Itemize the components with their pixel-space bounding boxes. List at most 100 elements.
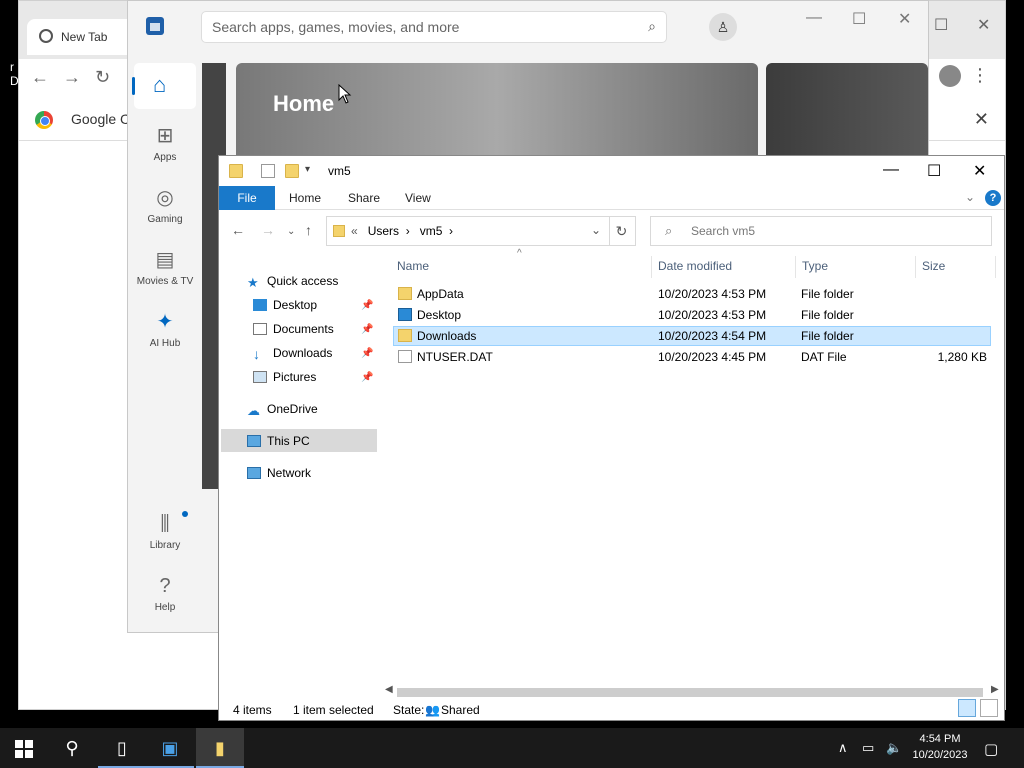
address-bar[interactable]: « Users › vm5 › ⌄ [326, 216, 610, 246]
breadcrumb-item[interactable]: vm5 [420, 224, 443, 238]
sidebar-item-gaming[interactable]: ◎ Gaming [134, 185, 196, 225]
sparkle-icon: ✦ [156, 311, 174, 333]
nav-item-this-pc[interactable]: This PC [247, 434, 310, 456]
scroll-right-icon[interactable]: ▶ [991, 684, 999, 695]
document-icon: ▯ [117, 738, 127, 758]
details-view-icon[interactable] [958, 699, 976, 717]
up-icon[interactable]: ↑ [305, 222, 312, 238]
sidebar-item-apps[interactable]: ⊞ Apps [134, 123, 196, 163]
nav-item-network[interactable]: Network [247, 466, 311, 488]
scroll-thumb[interactable] [397, 688, 983, 697]
search-input[interactable]: ⌕ Search vm5 [650, 216, 992, 246]
reload-icon[interactable]: ↻ [95, 67, 110, 88]
sidebar-item-library[interactable]: ⫼ Library [134, 513, 196, 551]
close-bar-icon[interactable]: ✕ [974, 109, 989, 130]
properties-icon[interactable] [261, 164, 275, 178]
back-icon[interactable]: ← [31, 67, 49, 88]
horizontal-scrollbar[interactable]: ◀ ▶ [381, 684, 1001, 700]
expand-ribbon-icon[interactable]: ⌄ [965, 190, 975, 204]
profile-icon[interactable] [939, 65, 961, 87]
new-folder-icon[interactable] [285, 164, 299, 178]
chrome-tab[interactable]: New Tab [27, 19, 137, 55]
back-icon[interactable]: ← [231, 222, 245, 238]
file-explorer-window: ▾ vm5 — ☐ ✕ File Home Share View ⌄ ? ← →… [218, 155, 1005, 721]
pin-icon[interactable]: 📌 [361, 324, 373, 335]
taskbar-app-file-explorer[interactable]: ▮ [196, 728, 244, 768]
status-state-label: State: [393, 703, 425, 717]
column-header-date[interactable]: Date modified [658, 259, 732, 281]
close-icon[interactable]: ✕ [973, 161, 986, 181]
help-icon: ? [159, 575, 171, 597]
document-icon [253, 323, 267, 335]
breadcrumb-overflow-icon[interactable]: « [351, 224, 358, 238]
pin-icon[interactable]: 📌 [361, 372, 373, 383]
minimize-icon[interactable]: — [806, 9, 822, 27]
start-button[interactable] [0, 728, 48, 768]
search-button[interactable]: ⚲ [48, 728, 96, 768]
column-divider[interactable] [995, 256, 996, 278]
notifications-icon[interactable]: ▢ [984, 740, 998, 758]
show-hidden-icons-icon[interactable]: ∧ [838, 740, 848, 756]
nav-label: Documents [273, 322, 334, 336]
file-row[interactable]: NTUSER.DAT 10/20/2023 4:45 PM DAT File 1… [393, 347, 991, 367]
sidebar-item-movies[interactable]: ▤ Movies & TV [134, 247, 196, 287]
file-row-selected[interactable]: Downloads 10/20/2023 4:54 PM File folder [393, 326, 991, 346]
minimize-icon[interactable]: — [883, 161, 899, 179]
column-header-name[interactable]: Name [397, 259, 429, 281]
maximize-icon[interactable]: ☐ [934, 15, 948, 35]
file-row[interactable]: Desktop 10/20/2023 4:53 PM File folder [393, 305, 991, 325]
large-icons-view-icon[interactable] [980, 699, 998, 717]
file-type: DAT File [801, 350, 847, 364]
nav-item-documents[interactable]: Documents [253, 322, 334, 344]
sidebar-item-help[interactable]: ? Help [134, 575, 196, 613]
forward-icon[interactable]: → [63, 67, 81, 88]
file-row[interactable]: AppData 10/20/2023 4:53 PM File folder [393, 284, 991, 304]
nav-item-desktop[interactable]: Desktop [253, 298, 317, 320]
column-divider[interactable] [915, 256, 916, 278]
pin-icon[interactable]: 📌 [361, 300, 373, 311]
nav-item-pictures[interactable]: Pictures [253, 370, 316, 392]
tab-home[interactable]: Home [289, 186, 321, 210]
star-icon: ★ [247, 275, 259, 290]
forward-icon[interactable]: → [261, 222, 275, 238]
network-tray-icon[interactable]: ▭ [862, 740, 874, 756]
tab-file[interactable]: File [219, 186, 275, 210]
account-icon[interactable]: ♙ [709, 13, 737, 41]
google-chrome-icon [35, 111, 53, 129]
breadcrumb-item[interactable]: Users [368, 224, 399, 238]
tab-view[interactable]: View [405, 186, 431, 210]
store-icon: ▣ [161, 738, 179, 758]
taskbar-app-notepad[interactable]: ▯ [98, 728, 146, 768]
column-header-type[interactable]: Type [802, 259, 828, 281]
sidebar-item-home[interactable]: ⌂ [132, 63, 196, 109]
system-clock[interactable]: 4:54 PM 10/20/2023 [908, 731, 972, 763]
customize-toolbar-icon[interactable]: ▾ [305, 164, 319, 178]
nav-item-onedrive[interactable]: ☁ OneDrive [247, 402, 318, 424]
volume-muted-icon[interactable]: 🔈 [886, 740, 902, 756]
refresh-button[interactable]: ↻ [608, 216, 636, 246]
nav-quick-access[interactable]: ★ Quick access [247, 274, 338, 296]
sidebar-item-ai-hub[interactable]: ✦ AI Hub [134, 309, 196, 349]
search-icon[interactable]: ⌕ [648, 18, 656, 35]
nav-item-downloads[interactable]: ↓ Downloads [253, 346, 332, 368]
close-icon[interactable]: ✕ [898, 9, 911, 29]
desktop-icon [253, 299, 267, 311]
address-dropdown-icon[interactable]: ⌄ [591, 223, 601, 237]
pin-icon[interactable]: 📌 [361, 348, 373, 359]
menu-kebab-icon[interactable]: ⋮ [971, 65, 989, 86]
store-search-input[interactable]: Search apps, games, movies, and more ⌕ [201, 11, 667, 43]
column-divider[interactable] [795, 256, 796, 278]
column-divider[interactable] [651, 256, 652, 278]
store-logo-icon [146, 17, 164, 35]
taskbar-app-store[interactable]: ▣ [146, 728, 194, 768]
scroll-left-icon[interactable]: ◀ [385, 684, 393, 695]
maximize-icon[interactable]: ☐ [927, 161, 941, 181]
column-header-size[interactable]: Size [922, 259, 945, 281]
help-icon[interactable]: ? [985, 190, 1001, 206]
sidebar-item-label: Help [154, 602, 176, 613]
folder-icon [229, 164, 243, 178]
maximize-icon[interactable]: ☐ [852, 9, 866, 29]
recent-locations-icon[interactable]: ⌄ [287, 226, 295, 237]
close-icon[interactable]: ✕ [977, 15, 990, 35]
tab-share[interactable]: Share [348, 186, 380, 210]
